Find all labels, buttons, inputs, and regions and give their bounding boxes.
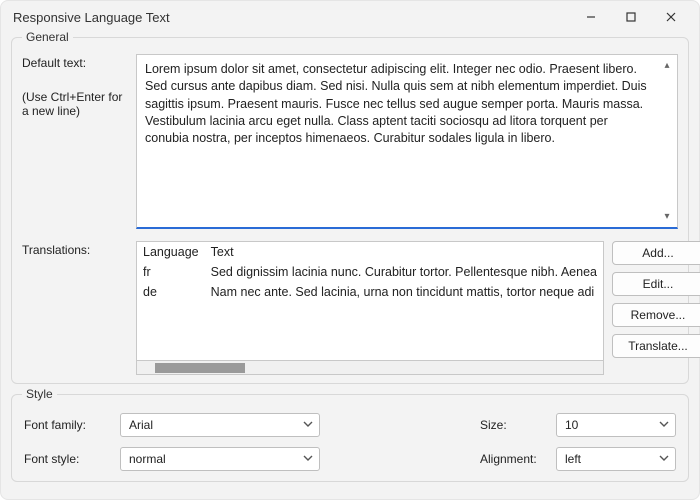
scroll-down-icon[interactable]: ▾ xyxy=(660,209,674,223)
col-language: Language xyxy=(137,242,205,262)
col-text: Text xyxy=(205,242,603,262)
maximize-button[interactable] xyxy=(611,3,651,31)
dialog-window: Responsive Language Text General Default… xyxy=(0,0,700,500)
scroll-up-icon[interactable]: ▴ xyxy=(660,58,674,72)
cell-text: Nam nec ante. Sed lacinia, urna non tinc… xyxy=(205,282,603,302)
alignment-select[interactable]: left xyxy=(556,447,676,471)
minimize-button[interactable] xyxy=(571,3,611,31)
add-button[interactable]: Add... xyxy=(612,241,700,265)
translations-list[interactable]: Language Text fr Sed dignissim lacinia n… xyxy=(136,241,604,361)
alignment-label: Alignment: xyxy=(480,452,556,466)
general-group-label: General xyxy=(22,30,73,44)
translations-label: Translations: xyxy=(22,243,128,257)
font-family-label: Font family: xyxy=(24,418,120,432)
chevron-down-icon xyxy=(303,418,313,432)
size-select[interactable]: 10 xyxy=(556,413,676,437)
maximize-icon xyxy=(625,11,637,23)
font-family-select[interactable]: Arial xyxy=(120,413,320,437)
window-title: Responsive Language Text xyxy=(13,10,571,25)
style-group-label: Style xyxy=(22,387,57,401)
general-group: General Default text: (Use Ctrl+Enter fo… xyxy=(11,37,689,384)
cell-lang: de xyxy=(137,282,205,302)
font-style-value: normal xyxy=(129,452,166,466)
remove-button[interactable]: Remove... xyxy=(612,303,700,327)
translate-button[interactable]: Translate... xyxy=(612,334,700,358)
alignment-value: left xyxy=(565,452,581,466)
cell-text: Sed dignissim lacinia nunc. Curabitur to… xyxy=(205,262,603,282)
default-text-label: Default text: xyxy=(22,56,128,70)
titlebar: Responsive Language Text xyxy=(1,1,699,33)
font-style-select[interactable]: normal xyxy=(120,447,320,471)
font-style-label: Font style: xyxy=(24,452,120,466)
font-family-value: Arial xyxy=(129,418,153,432)
size-value: 10 xyxy=(565,418,578,432)
close-icon xyxy=(665,11,677,23)
close-button[interactable] xyxy=(651,3,691,31)
chevron-down-icon xyxy=(659,418,669,432)
table-row[interactable]: de Nam nec ante. Sed lacinia, urna non t… xyxy=(137,282,603,302)
edit-button[interactable]: Edit... xyxy=(612,272,700,296)
chevron-down-icon xyxy=(303,452,313,466)
cell-lang: fr xyxy=(137,262,205,282)
style-group: Style Font family: Arial Size: 10 Font s… xyxy=(11,394,689,482)
chevron-down-icon xyxy=(659,452,669,466)
default-text-hint: (Use Ctrl+Enter for a new line) xyxy=(22,90,128,119)
translations-header-row: Language Text xyxy=(137,242,603,262)
table-row[interactable]: fr Sed dignissim lacinia nunc. Curabitur… xyxy=(137,262,603,282)
translations-hscrollbar[interactable] xyxy=(136,361,604,375)
default-text-input[interactable]: Lorem ipsum dolor sit amet, consectetur … xyxy=(136,54,678,229)
scrollbar-thumb[interactable] xyxy=(155,363,245,373)
size-label: Size: xyxy=(480,418,556,432)
minimize-icon xyxy=(585,11,597,23)
